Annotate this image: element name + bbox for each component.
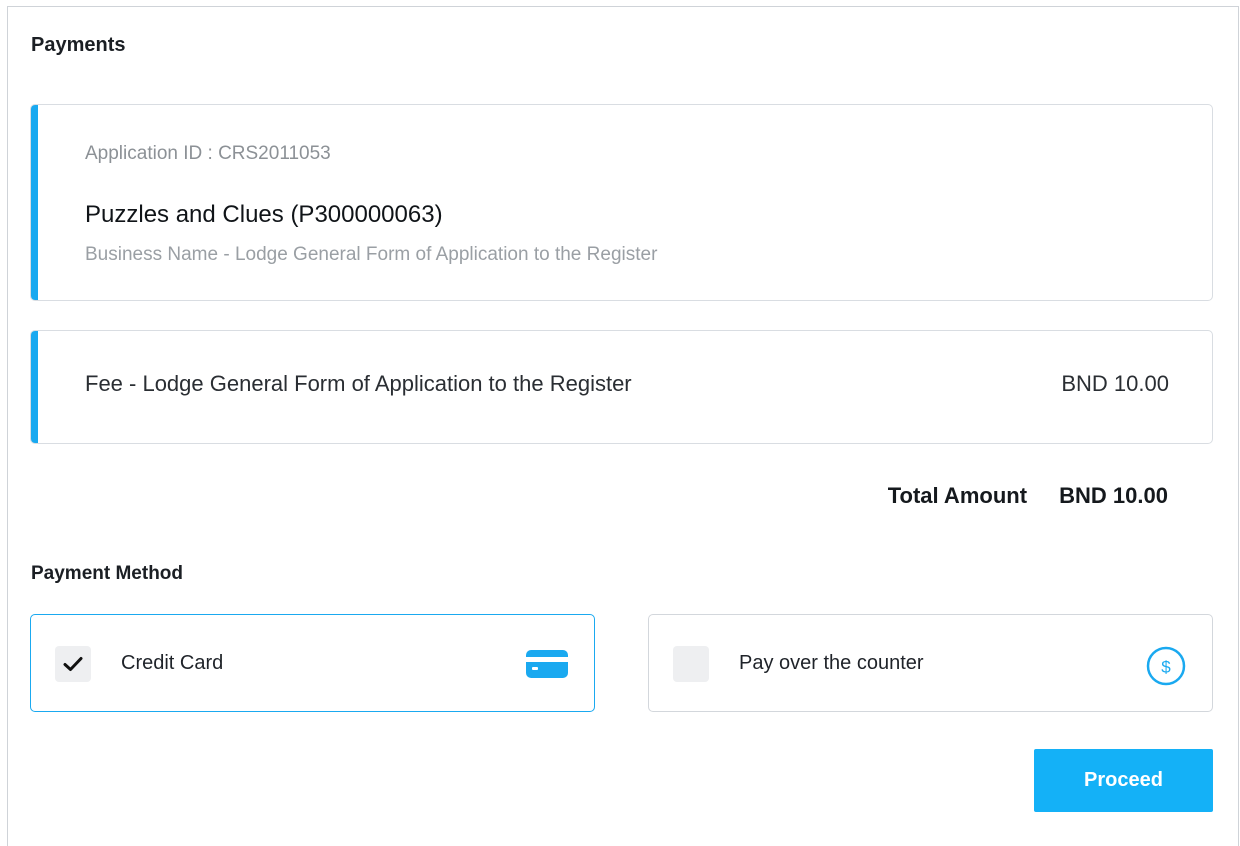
application-name: Puzzles and Clues (P300000063) [85,201,443,228]
proceed-button[interactable]: Proceed [1034,749,1213,812]
credit-card-label: Credit Card [121,652,224,674]
payments-panel: Payments Application ID : CRS2011053 Puz… [7,6,1239,846]
page-title: Payments [31,34,126,56]
credit-card-icon [526,646,568,685]
checkmark-icon [63,657,83,671]
payment-option-credit-card[interactable]: Credit Card [30,614,595,712]
application-id: Application ID : CRS2011053 [85,143,331,164]
fee-card: Fee - Lodge General Form of Application … [30,330,1213,444]
total-amount-value: BND 10.00 [1059,483,1168,508]
application-card: Application ID : CRS2011053 Puzzles and … [30,104,1213,301]
application-card-accent [31,105,38,300]
fee-amount: BND 10.00 [1061,371,1169,396]
over-counter-checkbox[interactable] [673,646,709,682]
payment-method-title: Payment Method [31,563,184,584]
fee-card-accent [31,331,38,443]
dollar-circle-icon: $ [1146,646,1186,691]
total-amount-row: Total Amount BND 10.00 [888,483,1168,509]
payment-option-over-counter[interactable]: Pay over the counter $ [648,614,1213,712]
total-amount-label: Total Amount [887,483,1028,508]
application-description: Business Name - Lodge General Form of Ap… [85,244,658,265]
over-counter-label: Pay over the counter [739,652,924,674]
fee-label: Fee - Lodge General Form of Application … [85,371,632,396]
svg-text:$: $ [1161,658,1171,677]
credit-card-checkbox[interactable] [55,646,91,682]
